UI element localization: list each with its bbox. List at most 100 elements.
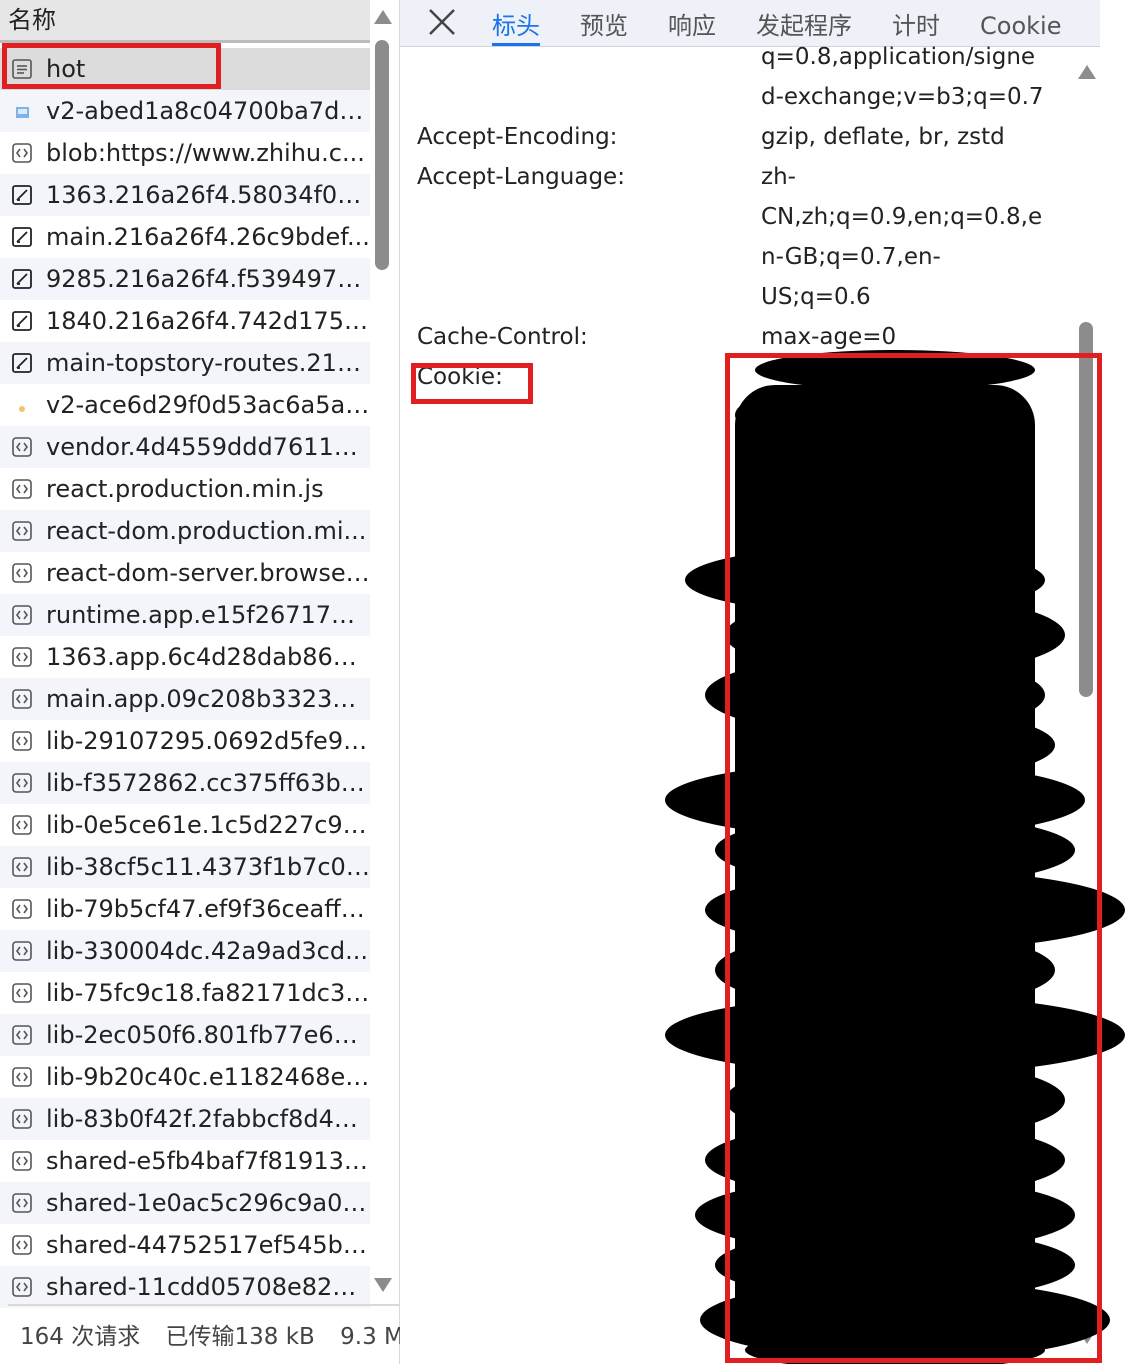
request-name: lib-79b5cf47.ef9f36ceaff9...	[46, 895, 370, 923]
image-dot-icon	[10, 393, 34, 417]
request-row[interactable]: lib-83b0f42f.2fabbcf8d4b...	[0, 1098, 370, 1140]
request-row[interactable]: lib-9b20c40c.e1182468e2...	[0, 1056, 370, 1098]
request-detail-pane: 标头 预览 响应 发起程序 计时 Cookie q=0.8,applicatio…	[400, 0, 1127, 1364]
tab-timing[interactable]: 计时	[892, 0, 940, 46]
request-row[interactable]: lib-2ec050f6.801fb77e66...	[0, 1014, 370, 1056]
script-icon	[10, 981, 34, 1005]
request-list-scroll-thumb[interactable]	[375, 40, 389, 270]
detail-scroll-thumb[interactable]	[1079, 322, 1093, 697]
accept-value-line: d-exchange;v=b3;q=0.7	[761, 84, 1044, 110]
request-row[interactable]: runtime.app.e15f2671771...	[0, 594, 370, 636]
cookie-key: Cookie:	[417, 364, 503, 390]
accept-language-value-line: zh-	[761, 164, 796, 190]
request-name: shared-11cdd05708e823...	[46, 1273, 370, 1301]
accept-language-value-line: US;q=0.6	[761, 284, 871, 310]
request-list: hot v2-abed1a8c04700ba7d7... blob:https://…	[0, 48, 370, 1308]
scroll-down-arrow-icon[interactable]	[374, 1278, 392, 1292]
request-name: main-topstory-routes.216...	[46, 349, 370, 377]
close-icon[interactable]	[424, 4, 460, 40]
request-name: shared-44752517ef545bc...	[46, 1231, 370, 1259]
request-name: react.production.min.js	[46, 475, 324, 503]
request-row-hot[interactable]: hot	[0, 48, 370, 90]
request-row[interactable]: lib-0e5ce61e.1c5d227c94...	[0, 804, 370, 846]
request-row[interactable]: react.production.min.js	[0, 468, 370, 510]
accept-language-value-line: CN,zh;q=0.9,en;q=0.8,e	[761, 204, 1043, 230]
request-name: lib-9b20c40c.e1182468e2...	[46, 1063, 370, 1091]
request-row[interactable]: v2-abed1a8c04700ba7d7...	[0, 90, 370, 132]
detail-tab-bar: 标头 预览 响应 发起程序 计时 Cookie	[400, 0, 1100, 47]
request-row[interactable]: blob:https://www.zhihu.c...	[0, 132, 370, 174]
tab-preview[interactable]: 预览	[580, 0, 628, 46]
accept-language-value-line: n-GB;q=0.7,en-	[761, 244, 941, 270]
tab-headers[interactable]: 标头	[492, 0, 540, 46]
script-icon	[10, 1149, 34, 1173]
request-row[interactable]: lib-79b5cf47.ef9f36ceaff9...	[0, 888, 370, 930]
request-row[interactable]: react-dom-server.browser...	[0, 552, 370, 594]
request-name: shared-e5fb4baf7f819132...	[46, 1147, 370, 1175]
request-name: lib-f3572862.cc375ff63bf...	[46, 769, 370, 797]
script-icon	[10, 687, 34, 711]
request-row[interactable]: lib-330004dc.42a9ad3cd...	[0, 930, 370, 972]
document-icon	[10, 57, 34, 81]
request-row[interactable]: lib-29107295.0692d5fe94...	[0, 720, 370, 762]
script-icon	[10, 897, 34, 921]
request-row[interactable]: 1363.216a26f4.58034f0b5...	[0, 174, 370, 216]
request-row[interactable]: 9285.216a26f4.f5394974d...	[0, 258, 370, 300]
request-name: main.216a26f4.26c9bdef...	[46, 223, 370, 251]
request-row[interactable]: main.app.09c208b332312...	[0, 678, 370, 720]
tab-cookie[interactable]: Cookie	[980, 0, 1061, 46]
stylesheet-icon	[10, 309, 34, 333]
request-row[interactable]: 1363.app.6c4d28dab863...	[0, 636, 370, 678]
request-row[interactable]: shared-44752517ef545bc...	[0, 1224, 370, 1266]
request-row[interactable]: 1840.216a26f4.742d1757...	[0, 300, 370, 342]
script-icon	[10, 855, 34, 879]
image-icon	[10, 99, 34, 123]
script-icon	[10, 435, 34, 459]
scroll-up-arrow-icon[interactable]	[374, 10, 392, 24]
stylesheet-icon	[10, 267, 34, 291]
request-name: lib-75fc9c18.fa82171dc30...	[46, 979, 370, 1007]
accept-encoding-value: gzip, deflate, br, zstd	[761, 124, 1005, 150]
request-name: v2-ace6d29f0d53ac6a5aa...	[46, 391, 370, 419]
script-icon	[10, 519, 34, 543]
request-row[interactable]: main.216a26f4.26c9bdef...	[0, 216, 370, 258]
script-icon	[10, 1191, 34, 1215]
tab-initiator[interactable]: 发起程序	[756, 0, 852, 46]
cache-control-value: max-age=0	[761, 324, 897, 350]
tab-response[interactable]: 响应	[668, 0, 716, 46]
stylesheet-icon	[10, 183, 34, 207]
request-row[interactable]: lib-f3572862.cc375ff63bf...	[0, 762, 370, 804]
script-icon	[10, 939, 34, 963]
script-icon	[10, 477, 34, 501]
request-row[interactable]: lib-38cf5c11.4373f1b7c01...	[0, 846, 370, 888]
resources-size: 9.3 M	[340, 1324, 400, 1350]
scroll-up-arrow-icon[interactable]	[1078, 65, 1096, 79]
cache-control-key: Cache-Control:	[417, 324, 588, 350]
request-name: shared-1e0ac5c296c9a07...	[46, 1189, 370, 1217]
name-column-header[interactable]: 名称	[0, 0, 370, 43]
request-row[interactable]: vendor.4d4559ddd76114...	[0, 426, 370, 468]
stylesheet-icon	[10, 225, 34, 249]
request-row[interactable]: lib-75fc9c18.fa82171dc30...	[0, 972, 370, 1014]
script-icon	[10, 141, 34, 165]
request-name: lib-29107295.0692d5fe94...	[46, 727, 370, 755]
detail-scrollbar[interactable]	[1074, 50, 1100, 1360]
transferred-size: 已传输138 kB	[165, 1324, 315, 1350]
script-icon	[10, 1065, 34, 1089]
script-icon	[10, 645, 34, 669]
script-icon	[10, 771, 34, 795]
request-row[interactable]: shared-1e0ac5c296c9a07...	[0, 1182, 370, 1224]
script-icon	[10, 561, 34, 585]
request-row[interactable]: shared-11cdd05708e823...	[0, 1266, 370, 1308]
request-row[interactable]: shared-e5fb4baf7f819132...	[0, 1140, 370, 1182]
request-row[interactable]: react-dom.production.mi...	[0, 510, 370, 552]
script-icon	[10, 1107, 34, 1131]
request-row[interactable]: v2-ace6d29f0d53ac6a5aa...	[0, 384, 370, 426]
request-name: blob:https://www.zhihu.c...	[46, 139, 365, 167]
accept-encoding-key: Accept-Encoding:	[417, 124, 618, 150]
request-list-scrollbar[interactable]	[370, 0, 396, 1300]
request-row[interactable]: main-topstory-routes.216...	[0, 342, 370, 384]
scroll-down-arrow-icon[interactable]	[1078, 1330, 1096, 1344]
request-name: react-dom-server.browser...	[46, 559, 370, 587]
script-icon	[10, 1023, 34, 1047]
